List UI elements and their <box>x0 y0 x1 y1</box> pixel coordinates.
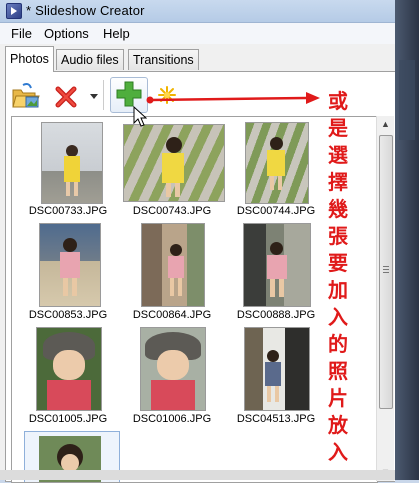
annotation-char: 幾 <box>328 197 348 221</box>
tab-photos[interactable]: Photos <box>5 46 54 72</box>
mouse-cursor-icon <box>133 106 147 127</box>
annotation-char: 的 <box>328 332 348 356</box>
annotation-char: 擇 <box>328 170 348 194</box>
annotation-arrow <box>146 92 320 104</box>
annotation-char: 照 <box>328 359 348 383</box>
annotation-char: 入 <box>328 305 348 329</box>
annotation-text: 或是選擇幾張要加入的照片放入 <box>323 88 353 466</box>
annotation-char: 放 <box>328 413 348 437</box>
annotation-char: 是 <box>328 116 348 140</box>
annotation-char: 張 <box>328 224 348 248</box>
annotation-char: 或 <box>328 89 348 113</box>
annotation-char: 要 <box>328 251 348 275</box>
annotation-char: 加 <box>328 278 348 302</box>
annotation-char: 選 <box>328 143 348 167</box>
annotation-char: 入 <box>328 440 348 464</box>
annotation-char: 片 <box>328 386 348 410</box>
